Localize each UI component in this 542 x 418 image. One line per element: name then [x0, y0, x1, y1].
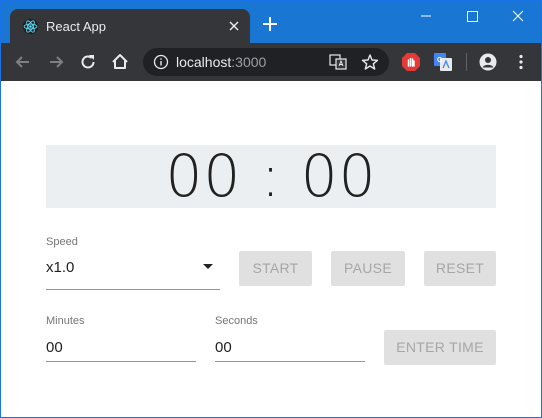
- new-tab-icon[interactable]: [261, 15, 279, 33]
- speed-label: Speed: [46, 236, 78, 248]
- url-text: localhost:3000: [176, 54, 266, 70]
- close-window-icon[interactable]: [495, 1, 541, 31]
- reset-button[interactable]: RESET: [424, 251, 496, 286]
- minutes-input[interactable]: [46, 334, 196, 362]
- url-host: localhost: [176, 54, 232, 70]
- info-icon[interactable]: [153, 54, 169, 70]
- speed-select-value[interactable]: x1.0: [46, 259, 74, 277]
- seconds-label: Seconds: [215, 315, 258, 327]
- browser-toolbar: localhost:3000 G: [1, 43, 541, 81]
- maximize-icon[interactable]: [449, 1, 495, 31]
- speed-select-underline: [46, 289, 220, 290]
- toolbar-divider: [466, 53, 467, 71]
- home-icon[interactable]: [110, 52, 130, 72]
- minutes-label: Minutes: [46, 315, 85, 327]
- account-avatar-icon[interactable]: [478, 52, 498, 72]
- bookmark-star-icon[interactable]: [361, 53, 379, 71]
- title-bar: React App: [1, 1, 541, 43]
- timer-display: 00 : 00: [46, 145, 496, 208]
- google-translate-extension-icon[interactable]: G: [433, 52, 453, 72]
- adblock-extension-icon[interactable]: [401, 52, 421, 72]
- reload-icon[interactable]: [78, 52, 98, 72]
- minimize-icon[interactable]: [403, 1, 449, 31]
- close-tab-icon[interactable]: [226, 18, 242, 34]
- browser-window: React App localhost:3000 G 00: 00 Speed…: [0, 0, 542, 418]
- back-arrow-icon[interactable]: [13, 52, 33, 72]
- dropdown-arrow-icon[interactable]: [202, 263, 214, 271]
- forward-arrow-icon[interactable]: [46, 52, 66, 72]
- url-port: :3000: [231, 54, 267, 70]
- tab-title: React App: [46, 19, 106, 34]
- start-button[interactable]: START: [239, 251, 312, 286]
- react-logo-icon: [22, 18, 39, 35]
- enter-time-button[interactable]: ENTER TIME: [384, 330, 496, 365]
- browser-tab[interactable]: React App: [10, 9, 250, 43]
- pause-button[interactable]: PAUSE: [331, 251, 405, 286]
- translate-icon[interactable]: [329, 54, 347, 70]
- seconds-input[interactable]: [215, 334, 365, 362]
- menu-kebab-icon[interactable]: [511, 52, 531, 72]
- address-bar[interactable]: localhost:3000: [143, 48, 389, 76]
- page-content: 00 : 00 Speed x1.0 START PAUSE RESET Min…: [1, 81, 541, 417]
- svg-text:G: G: [437, 57, 443, 64]
